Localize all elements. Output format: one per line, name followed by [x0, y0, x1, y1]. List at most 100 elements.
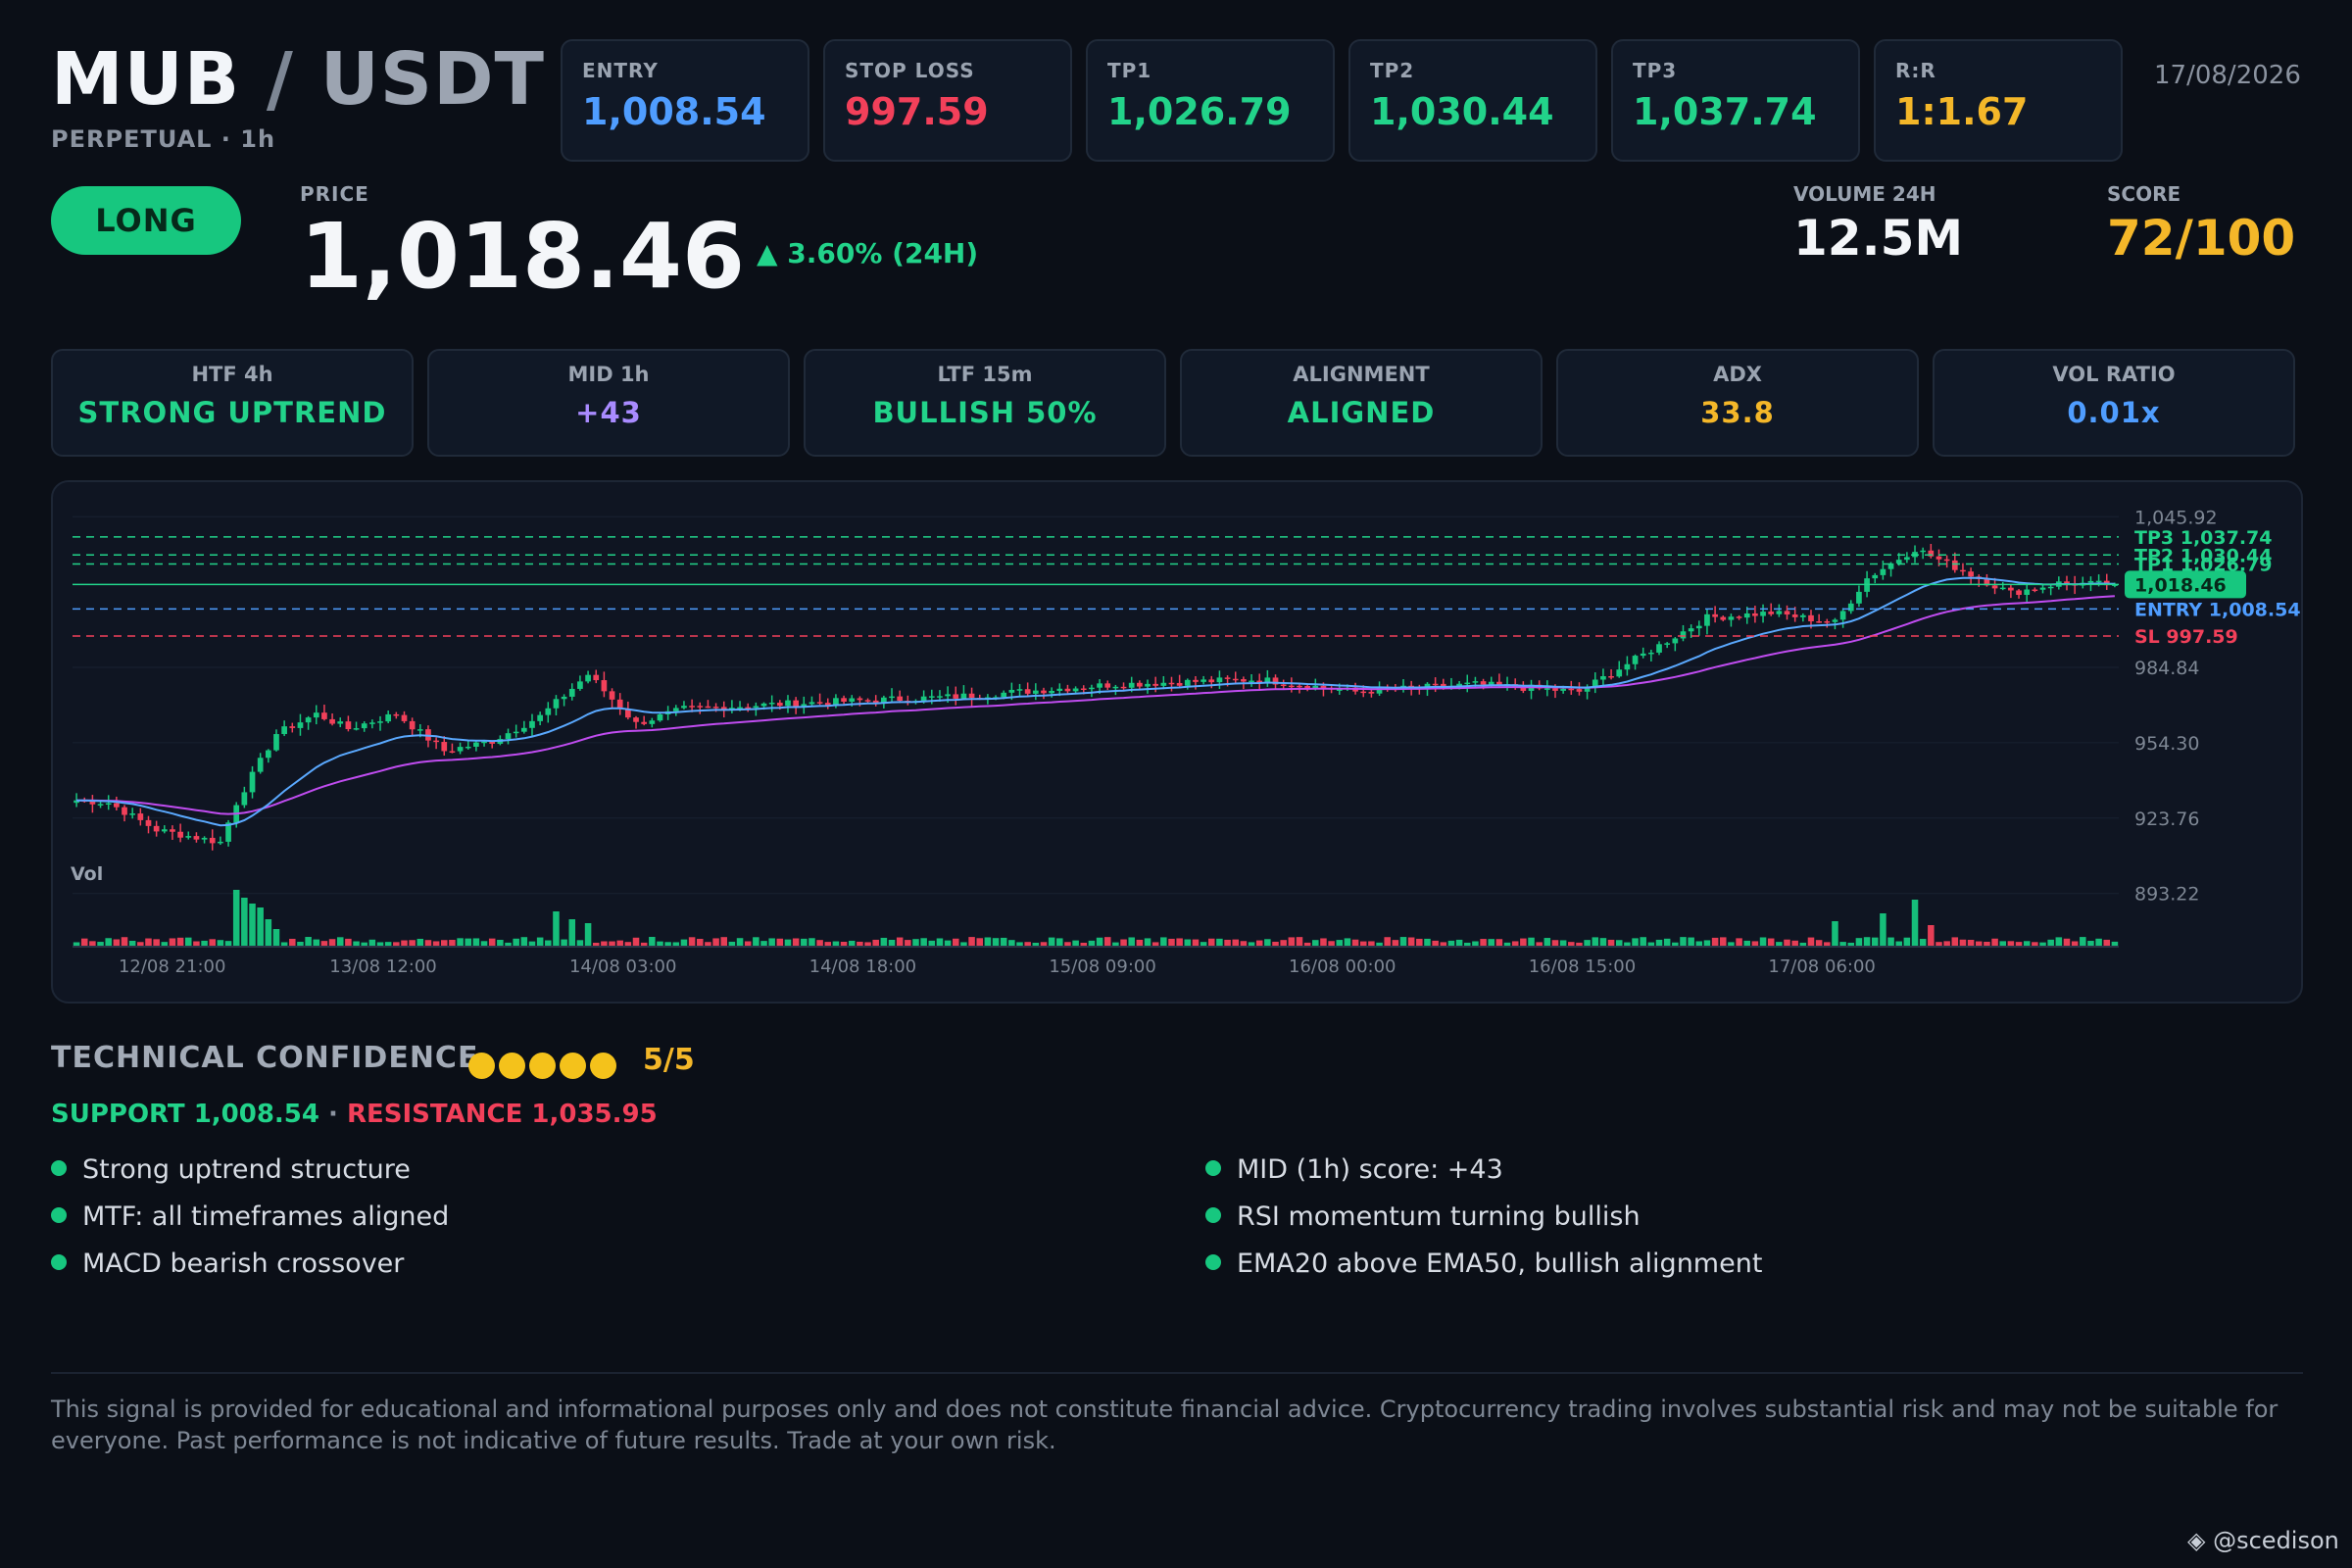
volume-bar	[576, 940, 584, 947]
x-tick-label: 14/08 18:00	[809, 956, 916, 977]
candle-body	[1120, 686, 1127, 689]
candle-body	[416, 729, 423, 731]
candle-body	[857, 698, 863, 701]
candle-body	[114, 803, 120, 808]
volume-bar	[936, 938, 944, 947]
candle-body	[1776, 611, 1783, 614]
candle-body	[1856, 591, 1862, 604]
y-tick-label: 984.84	[2134, 658, 2199, 679]
price-chart[interactable]: 1,045.92984.84954.30923.76893.22TP3 1,03…	[53, 482, 2303, 1004]
candle-body	[1193, 679, 1199, 682]
candle-body	[1648, 652, 1654, 655]
candle-body	[1360, 691, 1367, 694]
candle-body	[265, 750, 271, 759]
candle-body	[465, 746, 471, 749]
volume-bar	[1632, 938, 1639, 947]
stop-loss-card: STOP LOSS 997.59	[823, 39, 1072, 162]
candle-body	[2024, 589, 2031, 596]
candle-body	[1904, 557, 1910, 561]
risk-reward-value: 1:1.67	[1895, 90, 2029, 133]
candle-body	[161, 829, 168, 832]
volume-bar	[1911, 900, 1919, 947]
tp1-label: TP1	[1107, 59, 1152, 82]
candle-body	[2095, 580, 2102, 583]
volume-bar	[249, 904, 256, 947]
risk-reward-label: R:R	[1895, 59, 1936, 82]
candle-body	[1097, 683, 1102, 688]
volume-bar	[1184, 939, 1192, 947]
candle-body	[122, 807, 127, 815]
candle-body	[776, 703, 783, 707]
candle-body	[1544, 688, 1550, 690]
volume-bar	[2055, 937, 2063, 947]
entry-card: ENTRY 1,008.54	[561, 39, 809, 162]
candle-body	[1695, 625, 1702, 629]
candle-body	[1799, 614, 1806, 617]
candle-body	[1736, 616, 1742, 618]
volume-bar	[1495, 939, 1503, 947]
score-label: SCORE	[2107, 182, 2181, 206]
candle-body	[753, 706, 760, 709]
candle-body	[1160, 682, 1167, 686]
volume-bar	[1136, 939, 1144, 947]
candle-body	[145, 819, 152, 826]
candle-body	[585, 674, 591, 682]
volume-bar	[105, 938, 112, 947]
volume-bar	[257, 907, 264, 947]
volume-bar	[113, 939, 121, 947]
volume-bar	[976, 938, 983, 947]
volume-bar	[680, 939, 688, 947]
volume-bar	[449, 940, 456, 947]
volume-bar	[265, 919, 272, 947]
volume-bar	[792, 938, 800, 947]
volume-label: Vol	[71, 863, 103, 885]
y-tick-label: 1,045.92	[2134, 507, 2218, 528]
candle-body	[1104, 683, 1111, 688]
volume-bar	[984, 937, 992, 947]
candle-body	[1656, 644, 1662, 653]
metric-ltf-value: BULLISH 50%	[872, 396, 1098, 429]
candle-body	[345, 721, 352, 729]
candle-body	[513, 731, 519, 734]
candle-body	[1320, 685, 1327, 689]
price-chart-panel[interactable]: 1,045.92 984.84 954.30 923.76 893.22 TP3 1,03…	[51, 480, 2303, 1004]
volume-bar	[953, 938, 959, 947]
volume-bar	[305, 937, 312, 947]
volume-bar	[1544, 938, 1551, 947]
candle-body	[441, 742, 448, 752]
reason-item: EMA20 above EMA50, bullish alignment	[1205, 1249, 1762, 1279]
candle-body	[249, 771, 256, 793]
volume-bar	[1767, 938, 1775, 947]
metric-vol-ratio-label: VOL RATIO	[2052, 363, 2176, 386]
candle-body	[393, 713, 400, 716]
support-resistance: SUPPORT 1,008.54 · RESISTANCE 1,035.95	[51, 1100, 658, 1129]
candle-body	[649, 720, 656, 724]
quote-symbol: USDT	[319, 37, 545, 122]
volume-bar	[1120, 939, 1127, 947]
candle-body	[170, 829, 175, 832]
volume-bar	[1264, 939, 1271, 947]
candle-body	[1872, 574, 1879, 579]
volume-bar	[1232, 939, 1239, 947]
candle-body	[105, 803, 112, 806]
volume-bar	[768, 938, 775, 947]
volume-bar	[1168, 938, 1175, 947]
candle-body	[1616, 669, 1623, 677]
current-price-tag-label: 1,018.46	[2134, 574, 2227, 596]
candle-body	[681, 706, 687, 709]
candle-body	[760, 703, 767, 707]
volume-value: 12.5M	[1793, 210, 1964, 267]
candle-body	[1704, 613, 1710, 626]
metric-mid-label: MID 1h	[567, 363, 650, 386]
candle-body	[177, 831, 183, 838]
candle-body	[1760, 612, 1766, 616]
volume-bar	[753, 937, 760, 947]
volume-bar	[872, 939, 879, 947]
volume-bar	[1208, 938, 1215, 947]
reason-item: Strong uptrend structure	[51, 1154, 411, 1185]
candle-body	[1224, 677, 1231, 679]
candle-body	[1632, 656, 1639, 664]
candle-body	[1145, 683, 1151, 687]
candle-body	[609, 691, 615, 700]
entry-label: ENTRY	[582, 59, 659, 82]
